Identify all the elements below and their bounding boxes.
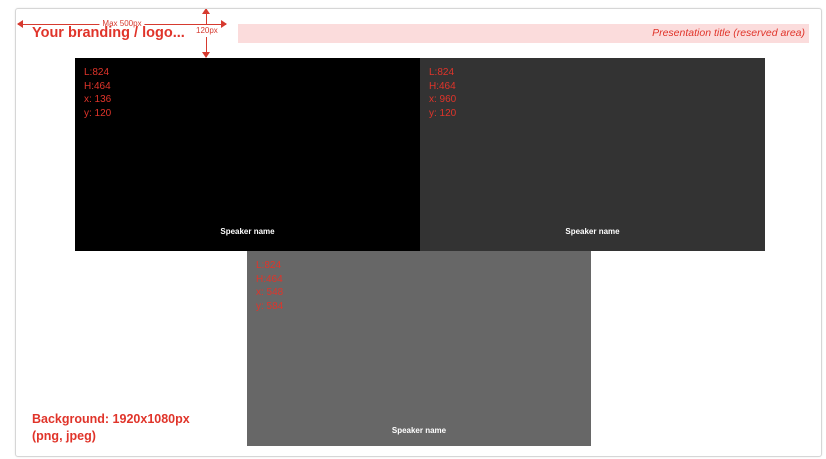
arrow-up-icon	[202, 9, 210, 14]
presentation-title-area: Presentation title (reserved area)	[238, 24, 809, 43]
background-size-line: Background: 1920x1080px	[32, 412, 190, 426]
tile-height-spec: H:464	[429, 80, 456, 92]
tile-y-spec: y: 584	[256, 300, 284, 312]
background-size-note: Background: 1920x1080px (png, jpeg)	[32, 411, 190, 445]
speaker-name: Speaker name	[391, 426, 447, 435]
tile-y-spec: y: 120	[429, 107, 457, 119]
height-dimension: 120px	[196, 9, 218, 58]
tile-width-spec: L:824	[429, 67, 455, 78]
tile-x-spec: x: 136	[84, 94, 112, 105]
tile-specs: L:824 H:464 x: 548 y: 584	[256, 259, 283, 313]
speaker-name: Speaker name	[220, 227, 275, 236]
height-label: 120px	[196, 25, 218, 37]
arrow-left-icon	[17, 20, 23, 28]
tile-height-spec: H:464	[84, 80, 111, 92]
slide-layout-frame: Max 500px 120px Your branding / logo... …	[15, 8, 822, 457]
tile-x-spec: x: 548	[256, 287, 284, 298]
tile-y-spec: y: 120	[84, 107, 112, 119]
speaker-name: Speaker name	[565, 227, 620, 236]
tile-height-spec: H:464	[256, 273, 283, 285]
speaker-tile-2: L:824 H:464 x: 960 y: 120 Speaker name	[420, 58, 765, 251]
speaker-tile-1: L:824 H:464 x: 136 y: 120 Speaker name	[75, 58, 420, 251]
branding-logo-placeholder: Your branding / logo...	[32, 25, 185, 41]
speaker-tile-3: L:824 H:464 x: 548 y: 584 Speaker name	[247, 251, 591, 446]
tile-width-spec: L:824	[84, 67, 110, 78]
arrow-right-icon	[221, 20, 227, 28]
presentation-title: Presentation title (reserved area)	[652, 27, 805, 39]
tile-specs: L:824 H:464 x: 960 y: 120	[429, 66, 456, 120]
tile-width-spec: L:824	[256, 260, 282, 271]
background-format-line: (png, jpeg)	[32, 429, 96, 443]
tile-specs: L:824 H:464 x: 136 y: 120	[84, 66, 111, 120]
tile-x-spec: x: 960	[429, 94, 457, 105]
